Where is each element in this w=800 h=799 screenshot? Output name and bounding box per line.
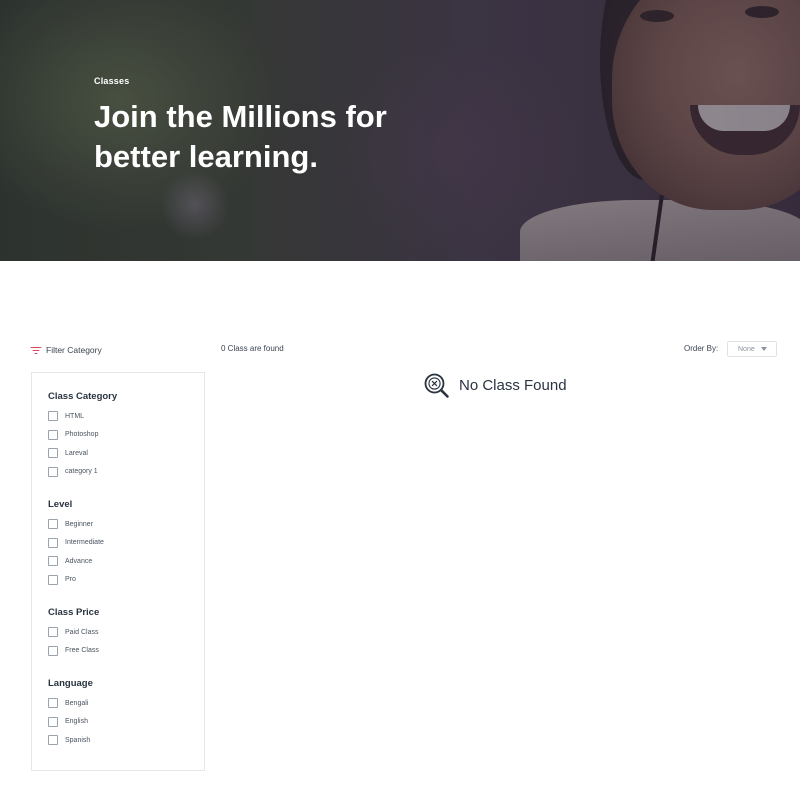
filter-option-free-class[interactable]: Free Class <box>48 642 99 661</box>
filter-group-title: Class Price <box>48 607 100 618</box>
filter-option-label: Lareval <box>65 449 88 457</box>
search-not-found-icon <box>424 373 449 398</box>
filter-option-lareval[interactable]: Lareval <box>48 444 117 463</box>
checkbox[interactable] <box>48 735 58 746</box>
checkbox[interactable] <box>48 698 58 709</box>
checkbox[interactable] <box>48 627 58 638</box>
hero-text: Classes Join the Millions for better lea… <box>94 76 474 177</box>
filter-option-advance[interactable]: Advance <box>48 552 104 571</box>
page-title: Join the Millions for better learning. <box>94 99 387 174</box>
chevron-down-icon <box>761 347 767 351</box>
filter-option-label: Intermediate <box>65 539 104 547</box>
checkbox[interactable] <box>48 537 58 548</box>
filter-option-label: Photoshop <box>65 431 99 439</box>
filter-option-label: Beginner <box>65 520 94 528</box>
checkbox[interactable] <box>48 448 58 459</box>
checkbox[interactable] <box>48 411 58 422</box>
empty-state-message: No Class Found <box>459 377 567 394</box>
filter-option-bengali[interactable]: Bengali <box>48 694 93 713</box>
filter-option-paid-class[interactable]: Paid Class <box>48 623 99 642</box>
checkbox[interactable] <box>48 556 58 567</box>
empty-state: No Class Found <box>423 372 567 399</box>
filter-sidebar: Class Category HTML Photoshop Lareval ca… <box>31 372 205 771</box>
filter-option-label: Paid Class <box>65 628 99 636</box>
filter-option-label: Free Class <box>65 647 99 655</box>
checkbox[interactable] <box>48 645 58 656</box>
filter-option-beginner[interactable]: Beginner <box>48 515 104 534</box>
order-by-label: Order By: <box>684 344 719 353</box>
filter-group-class-category: Class Category HTML Photoshop Lareval ca… <box>48 391 117 481</box>
filter-group-title: Class Category <box>48 391 118 402</box>
checkbox[interactable] <box>48 519 58 530</box>
checkbox[interactable] <box>48 466 58 477</box>
order-by-select[interactable]: None <box>727 341 777 357</box>
filter-category-label: Filter Category <box>46 345 102 355</box>
filter-option-label: Pro <box>65 576 76 584</box>
filter-option-label: category 1 <box>65 468 98 476</box>
order-by-value: None <box>738 345 755 353</box>
checkbox[interactable] <box>48 574 58 585</box>
filter-option-photoshop[interactable]: Photoshop <box>48 426 117 445</box>
filter-option-category-1[interactable]: category 1 <box>48 463 117 482</box>
hero-banner: Classes Join the Millions for better lea… <box>0 0 800 261</box>
filter-option-pro[interactable]: Pro <box>48 571 104 590</box>
filter-option-label: HTML <box>65 412 85 420</box>
filter-option-label: English <box>65 718 88 726</box>
filter-option-english[interactable]: English <box>48 713 93 732</box>
filter-icon <box>30 346 41 355</box>
filter-option-html[interactable]: HTML <box>48 407 117 426</box>
filter-option-label: Advance <box>65 557 93 565</box>
checkbox[interactable] <box>48 429 58 440</box>
breadcrumb[interactable]: Classes <box>94 76 474 86</box>
filter-option-intermediate[interactable]: Intermediate <box>48 534 104 553</box>
filter-option-label: Bengali <box>65 699 89 707</box>
filter-group-title: Language <box>48 678 93 689</box>
filter-category-header[interactable]: Filter Category <box>30 345 102 355</box>
filter-group-level: Level Beginner Intermediate Advance Pro <box>48 499 104 589</box>
filter-group-language: Language Bengali English Spanish <box>48 678 93 750</box>
filter-group-class-price: Class Price Paid Class Free Class <box>48 607 99 660</box>
checkbox[interactable] <box>48 716 58 727</box>
results-count: 0 Class are found <box>221 344 284 353</box>
filter-option-spanish[interactable]: Spanish <box>48 731 93 750</box>
filter-option-label: Spanish <box>65 736 91 744</box>
filter-group-title: Level <box>48 499 73 510</box>
